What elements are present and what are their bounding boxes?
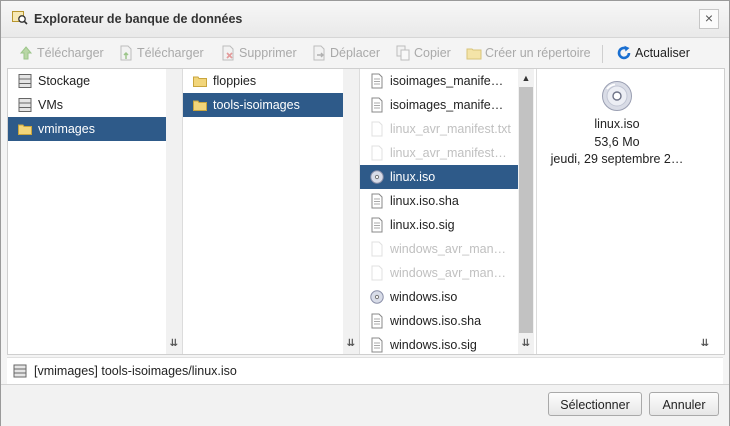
- file-icon: [371, 313, 383, 329]
- datastore-label: vmimages: [38, 122, 95, 136]
- browser-columns: Stockage VMs vmimages ⇊ floppies tools-i…: [7, 68, 725, 355]
- disc-icon: [370, 290, 384, 304]
- file-icon: [371, 145, 383, 161]
- folder-item[interactable]: floppies: [183, 69, 343, 93]
- folder-scrollbar[interactable]: [343, 69, 359, 354]
- title-bar: Explorateur de banque de données ×: [1, 1, 729, 38]
- dialog-footer: Sélectionner Annuler: [1, 384, 729, 426]
- folder-icon: [193, 76, 207, 87]
- toolbar-separator: [602, 45, 603, 63]
- file-label: linux.iso: [390, 170, 436, 184]
- column-resize-handle[interactable]: ⇊: [343, 337, 359, 351]
- folder-column: floppies tools-isoimages ⇊: [183, 69, 360, 354]
- file-item[interactable]: windows.iso.sha: [360, 309, 518, 333]
- cancel-button[interactable]: Annuler: [649, 392, 719, 416]
- folder-icon: [193, 100, 207, 111]
- column-resize-handle[interactable]: ⇊: [166, 337, 182, 351]
- file-icon: [371, 121, 383, 137]
- file-label: isoimages_manife…: [390, 74, 504, 88]
- file-item[interactable]: isoimages_manife…: [360, 69, 518, 93]
- column-resize-handle[interactable]: ⇊: [697, 337, 713, 351]
- folder-label: tools-isoimages: [213, 98, 300, 112]
- file-label: isoimages_manife…: [390, 98, 504, 112]
- folder-icon: [18, 124, 32, 135]
- file-icon: [371, 265, 383, 281]
- datastore-column: Stockage VMs vmimages ⇊: [8, 69, 183, 354]
- file-item[interactable]: linux.iso.sha: [360, 189, 518, 213]
- new-folder-label: Créer un répertoire: [485, 46, 591, 60]
- upload-file-icon: [120, 45, 132, 61]
- close-button[interactable]: ×: [699, 9, 719, 29]
- file-item[interactable]: windows_avr_man…: [360, 261, 518, 285]
- column-resize-handle[interactable]: ⇊: [518, 337, 534, 351]
- select-button[interactable]: Sélectionner: [548, 392, 642, 416]
- file-label: windows.iso: [390, 290, 458, 304]
- file-label: windows_avr_man…: [390, 266, 507, 280]
- refresh-label: Actualiser: [635, 46, 690, 60]
- file-label: linux_avr_manifest.txt: [390, 122, 511, 136]
- folder-item[interactable]: tools-isoimages: [183, 93, 343, 117]
- datastore-label: VMs: [38, 98, 63, 112]
- disc-icon: [370, 170, 384, 184]
- scroll-up-arrow-icon[interactable]: ▲: [518, 71, 534, 85]
- file-scrollbar[interactable]: ▲: [518, 69, 534, 354]
- file-scrollbar-thumb[interactable]: [519, 87, 533, 333]
- preview-filesize: 53,6 Mo: [594, 135, 640, 149]
- file-label: linux_avr_manifest…: [390, 146, 507, 160]
- datastore-scrollbar[interactable]: [166, 69, 182, 354]
- file-item[interactable]: windows.iso.sig: [360, 333, 518, 354]
- toolbar: Télécharger Télécharger Supprimer Déplac…: [1, 38, 729, 68]
- upload-folder-label: Télécharger: [137, 46, 204, 60]
- disc-icon: [602, 81, 632, 111]
- file-icon: [371, 241, 383, 257]
- file-icon: [371, 337, 383, 353]
- file-item[interactable]: linux_avr_manifest…: [360, 141, 518, 165]
- file-item[interactable]: windows_avr_man…: [360, 237, 518, 261]
- file-label: linux.iso.sig: [390, 218, 455, 232]
- file-icon: [371, 217, 383, 233]
- selected-path-bar: [vmimages] tools-isoimages/linux.iso: [7, 357, 723, 384]
- move-label: Déplacer: [330, 46, 381, 60]
- upload-arrow-icon: [19, 46, 33, 60]
- file-label: windows_avr_man…: [390, 242, 507, 256]
- file-item[interactable]: linux_avr_manifest.txt: [360, 117, 518, 141]
- upload-file-label: Télécharger: [37, 46, 104, 60]
- folder-label: floppies: [213, 74, 257, 88]
- datastore-browser-dialog: Explorateur de banque de données × Téléc…: [0, 0, 730, 426]
- copy-label: Copier: [414, 46, 451, 60]
- dialog-title: Explorateur de banque de données: [34, 12, 243, 26]
- file-item[interactable]: windows.iso: [360, 285, 518, 309]
- storage-icon: [18, 74, 32, 88]
- file-item[interactable]: linux.iso: [360, 165, 518, 189]
- new-folder-icon: [466, 48, 482, 60]
- datastore-browser-icon: [12, 11, 28, 25]
- preview-modified-date: jeudi, 29 septembre 2…: [550, 152, 684, 166]
- file-label: linux.iso.sha: [390, 194, 459, 208]
- storage-icon: [13, 364, 27, 378]
- file-column: isoimages_manife… isoimages_manife… linu…: [360, 69, 537, 354]
- file-icon: [371, 193, 383, 209]
- datastore-item[interactable]: Stockage: [8, 69, 166, 93]
- file-icon: [371, 97, 383, 113]
- copy-icon: [396, 45, 410, 61]
- selected-path: [vmimages] tools-isoimages/linux.iso: [34, 364, 237, 378]
- datastore-item[interactable]: vmimages: [8, 117, 166, 141]
- file-label: windows.iso.sig: [390, 338, 477, 352]
- datastore-item[interactable]: VMs: [8, 93, 166, 117]
- file-label: windows.iso.sha: [390, 314, 482, 328]
- storage-icon: [18, 98, 32, 112]
- file-item[interactable]: linux.iso.sig: [360, 213, 518, 237]
- delete-label: Supprimer: [239, 46, 297, 60]
- datastore-label: Stockage: [38, 74, 91, 88]
- preview-column: linux.iso 53,6 Mo jeudi, 29 septembre 2……: [537, 69, 724, 354]
- refresh-icon: [617, 45, 631, 60]
- file-item[interactable]: isoimages_manife…: [360, 93, 518, 117]
- delete-file-icon: [222, 45, 234, 61]
- file-icon: [371, 73, 383, 89]
- move-file-icon: [313, 45, 325, 61]
- preview-filename: linux.iso: [594, 117, 640, 131]
